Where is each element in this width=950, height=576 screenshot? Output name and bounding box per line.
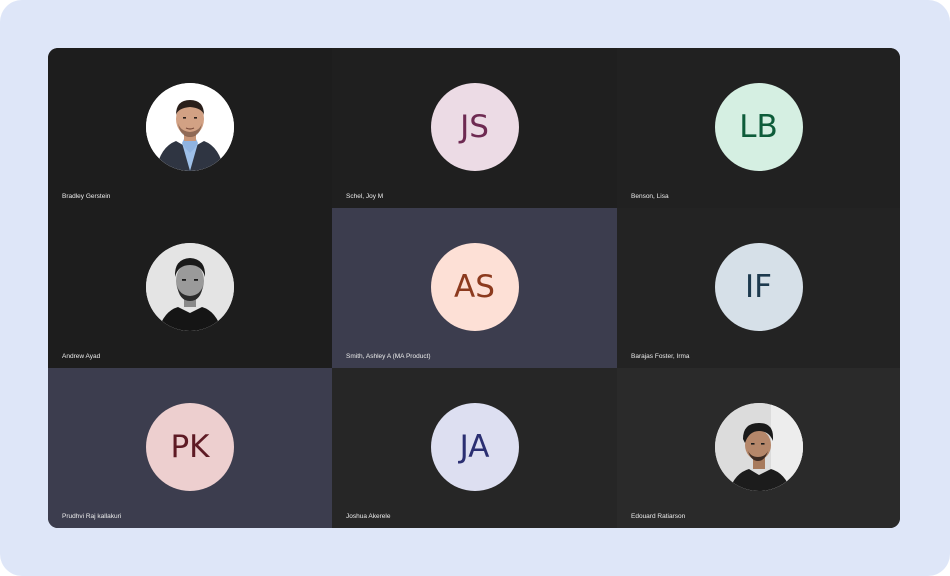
- window-background: Bradley Gerstein JS Schel, Joy M LB Bens…: [0, 0, 950, 576]
- participant-name: Barajas Foster, Irma: [631, 353, 690, 360]
- participant-avatar: JS: [430, 83, 519, 171]
- participant-name: Joshua Akerele: [346, 513, 391, 520]
- participant-tile[interactable]: Bradley Gerstein: [48, 48, 332, 208]
- participant-tile[interactable]: Andrew Ayad: [48, 208, 332, 368]
- participant-name: Andrew Ayad: [62, 353, 101, 360]
- participant-initials: IF: [745, 269, 772, 305]
- video-gallery-grid: Bradley Gerstein JS Schel, Joy M LB Bens…: [48, 48, 900, 528]
- participant-avatar: AS: [430, 243, 519, 331]
- participant-tile[interactable]: AS Smith, Ashley A (MA Product): [332, 208, 617, 368]
- participant-name: Bradley Gerstein: [62, 193, 111, 200]
- participant-initials: AS: [454, 269, 495, 305]
- participant-tile[interactable]: IF Barajas Foster, Irma: [617, 208, 900, 368]
- man-suit-icon: [146, 83, 234, 171]
- participant-name: Benson, Lisa: [631, 193, 669, 200]
- participant-tile[interactable]: Edouard Ratiarson: [617, 368, 900, 528]
- participant-name: Schel, Joy M: [346, 193, 384, 200]
- man-bw-icon: [146, 243, 234, 331]
- participant-name: Prudhvi Raj kallakuri: [62, 513, 122, 520]
- participant-tile[interactable]: LB Benson, Lisa: [617, 48, 900, 208]
- participant-tile[interactable]: JA Joshua Akerele: [332, 368, 617, 528]
- participant-initials: JS: [460, 109, 489, 145]
- participant-photo: [146, 243, 234, 331]
- participant-name: Edouard Ratiarson: [631, 513, 686, 520]
- participant-avatar: IF: [714, 243, 803, 331]
- participant-name: Smith, Ashley A (MA Product): [346, 353, 431, 360]
- participant-avatar: PK: [146, 403, 234, 491]
- participant-initials: PK: [170, 429, 210, 465]
- participant-initials: JA: [459, 429, 490, 465]
- participant-avatar: JA: [430, 403, 519, 491]
- participant-photo: [714, 403, 803, 491]
- participant-tile[interactable]: PK Prudhvi Raj kallakuri: [48, 368, 332, 528]
- participant-initials: LB: [739, 109, 778, 145]
- man-cap-icon: [714, 403, 803, 491]
- participant-avatar: LB: [714, 83, 803, 171]
- participant-tile[interactable]: JS Schel, Joy M: [332, 48, 617, 208]
- participant-photo: [146, 83, 234, 171]
